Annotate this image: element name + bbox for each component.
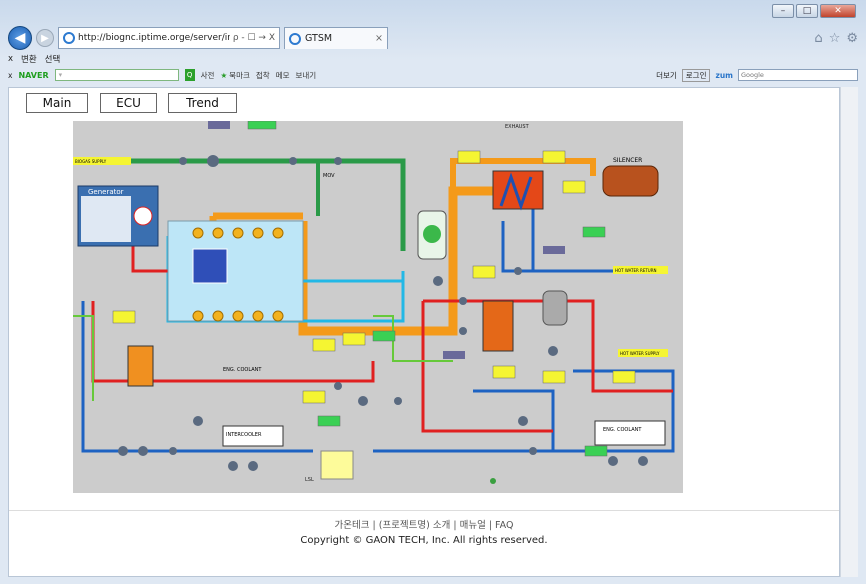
- ecu-button[interactable]: ECU: [100, 93, 157, 113]
- process-diagram-svg: Generator SILENCER EXHAUST LSL INTERCOOL…: [73, 120, 683, 493]
- biogas-label: BIOGAS SUPPLY: [75, 159, 107, 164]
- more-button[interactable]: 더보기: [656, 70, 677, 81]
- address-tools[interactable]: ρ - ☐ → X: [233, 33, 275, 43]
- naver-item-label: 보내기: [295, 70, 317, 80]
- eng-coolant-label: ENG. COOLANT: [223, 367, 262, 373]
- naver-item-dictionary[interactable]: 사전: [201, 70, 215, 81]
- home-icon[interactable]: ⌂: [814, 31, 822, 46]
- naver-right-tools: 더보기 로그인 zum Google: [656, 68, 858, 82]
- naver-item-label: 사전: [200, 70, 215, 80]
- page-content: Main ECU Trend Generator SILENCER EXHAUS…: [8, 87, 840, 577]
- hot-water-return-label: HOT WATER RETURN: [615, 268, 657, 273]
- main-button[interactable]: Main: [26, 93, 88, 113]
- silencer-label: SILENCER: [613, 157, 642, 164]
- naver-item-memo[interactable]: 메모: [276, 70, 290, 81]
- ie-icon: [63, 32, 75, 44]
- tab-title: GTSM: [305, 33, 333, 44]
- convert-command[interactable]: 변환: [21, 53, 37, 65]
- forward-button[interactable]: ▶: [36, 29, 54, 47]
- tab-close-icon[interactable]: ×: [375, 33, 383, 44]
- generator-title: Generator: [88, 188, 124, 196]
- naver-search-input[interactable]: ▾: [54, 69, 179, 81]
- naver-toolbar: x NAVER ▾ Q 사전 ★ 북마크 접착 메모 보내기 더보기 로그인 zu…: [8, 66, 858, 84]
- naver-item-send[interactable]: 보내기: [296, 70, 317, 81]
- mov-label: MOV: [323, 173, 335, 179]
- hot-water-supply-label: HOT WATER SUPPLY: [620, 351, 660, 356]
- naver-item-bookmark[interactable]: ★ 북마크: [220, 70, 249, 81]
- process-diagram: Generator SILENCER EXHAUST LSL INTERCOOL…: [73, 120, 683, 493]
- trend-button[interactable]: Trend: [168, 93, 237, 113]
- select-command[interactable]: 선택: [45, 53, 61, 65]
- minimize-button[interactable]: –: [772, 4, 794, 18]
- close-toolbar-icon[interactable]: x: [8, 54, 13, 64]
- naver-search-button[interactable]: Q: [184, 69, 195, 81]
- google-search-input[interactable]: Google: [738, 69, 858, 81]
- footer-copyright: Copyright © GAON TECH, Inc. All rights r…: [300, 535, 548, 546]
- footer-links[interactable]: 가온테크 | (프로젝트명) 소개 | 매뉴얼 | FAQ: [9, 518, 839, 533]
- browser-window: – □ ✕ ◀ ▶ http://biognc.iptime.orge/serv…: [0, 0, 866, 584]
- command-bar: x 변환 선택: [8, 52, 858, 66]
- naver-item-capture[interactable]: 접착: [256, 70, 270, 81]
- browser-tools: ⌂ ☆ ⚙: [814, 31, 858, 46]
- eng-coolant-box-label: ENG. COOLANT: [603, 427, 642, 433]
- exhaust-label: EXHAUST: [505, 124, 530, 130]
- favorites-icon[interactable]: ☆: [829, 31, 841, 46]
- close-naver-icon[interactable]: x: [8, 71, 12, 80]
- back-button[interactable]: ◀: [8, 26, 32, 50]
- url-text[interactable]: http://biognc.iptime.orge/server/inde: [78, 33, 230, 43]
- window-controls: – □ ✕: [772, 4, 856, 18]
- scrollbar[interactable]: [840, 87, 858, 577]
- zum-logo[interactable]: zum: [715, 71, 733, 80]
- maximize-button[interactable]: □: [796, 4, 818, 18]
- footer-divider: [9, 510, 839, 511]
- lsl-label: LSL: [305, 477, 314, 483]
- naver-item-label: 북마크: [229, 70, 250, 80]
- naver-logo: NAVER: [18, 70, 49, 80]
- ie-tab-icon: [289, 32, 301, 45]
- naver-item-label: 메모: [275, 70, 290, 80]
- footer: 가온테크 | (프로젝트명) 소개 | 매뉴얼 | FAQ Copyright …: [9, 518, 839, 548]
- gear-icon[interactable]: ⚙: [846, 31, 858, 46]
- naver-item-label: 접착: [255, 70, 270, 80]
- close-window-button[interactable]: ✕: [820, 4, 856, 18]
- login-button[interactable]: 로그인: [681, 68, 711, 82]
- tab-gtsm[interactable]: GTSM ×: [284, 27, 388, 49]
- intercooler-label: INTERCOOLER: [226, 432, 262, 438]
- navigation-row: ◀ ▶ http://biognc.iptime.orge/server/ind…: [8, 24, 858, 52]
- address-bar[interactable]: http://biognc.iptime.orge/server/inde ρ …: [58, 27, 280, 49]
